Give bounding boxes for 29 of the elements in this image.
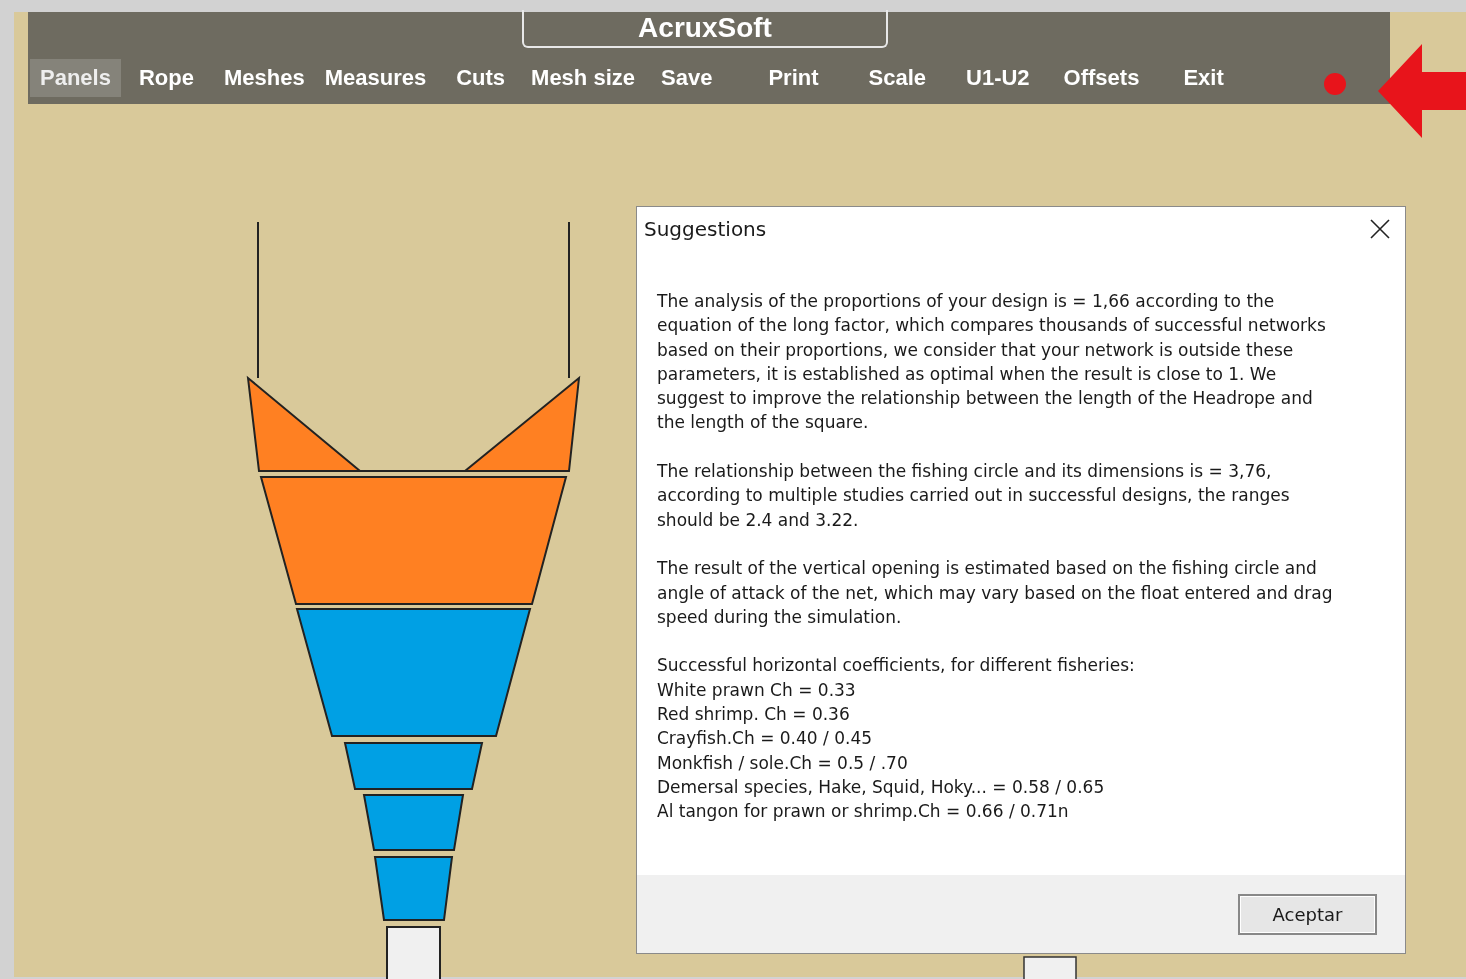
menu-item[interactable]: Measures <box>314 59 437 97</box>
menu-item[interactable]: Meshes <box>213 59 315 97</box>
menu-item[interactable]: Cuts <box>446 59 516 97</box>
coefficient-line: Demersal species, Hake, Squid, Hoky... = 0.58 / 0.65 <box>657 775 1105 799</box>
menu-item[interactable]: Panels <box>30 59 121 97</box>
menu-item[interactable]: Mesh size <box>521 59 645 97</box>
coefficient-line: Crayfish.Ch = 0.40 / 0.45 <box>657 727 872 751</box>
arrow-icon <box>1378 44 1466 138</box>
suggestion-paragraph: The analysis of the proportions of your design is = 1,66 according to the equation of the long factor, which compares thousands of successful networks based on their proportions, we consider that your network is outside these parameters, it is established as optimal when the result is close to 1. We suggest to improve the relationship between the length of the Headrope and the length of the square. <box>657 290 1327 435</box>
coefficient-line: Al tangon for prawn or shrimp.Ch = 0.66 / 0.71n <box>657 800 1069 824</box>
app-title: AcruxSoft <box>522 10 888 48</box>
suggestion-paragraph: The relationship between the fishing circle and its dimensions is = 3,76, according to multiple studies carried out in successful designs, the ranges should be 2.4 and 3.22. <box>657 460 1291 532</box>
close-icon[interactable] <box>1369 218 1391 240</box>
coefficient-line: Red shrimp. Ch = 0.36 <box>657 703 850 727</box>
list-heading: Successful horizontal coefficients, for different fisheries: <box>657 654 1135 678</box>
suggestion-paragraph: The result of the vertical opening is estimated based on the fishing circle and angle of attack of the net, which may vary based on the float entered and drag speed during the simulation. <box>657 557 1334 629</box>
dot-icon <box>1324 73 1346 95</box>
panel-block <box>1023 956 1077 979</box>
menu-item[interactable]: Rope <box>128 59 204 97</box>
menu-item[interactable]: Print <box>758 59 829 97</box>
dialog-title: Suggestions <box>644 217 767 241</box>
menu-item[interactable]: Offsets <box>1053 59 1150 97</box>
menu-item[interactable]: Exit <box>1173 59 1234 97</box>
accept-button[interactable]: Aceptar <box>1238 893 1377 935</box>
coefficient-line: White prawn Ch = 0.33 <box>657 678 856 702</box>
menu-item[interactable]: Save <box>651 59 723 97</box>
menu-item[interactable]: Scale <box>858 59 936 97</box>
coefficient-line: Monkfish / sole.Ch = 0.5 / .70 <box>657 751 908 775</box>
menu-item[interactable]: U1-U2 <box>956 59 1040 97</box>
